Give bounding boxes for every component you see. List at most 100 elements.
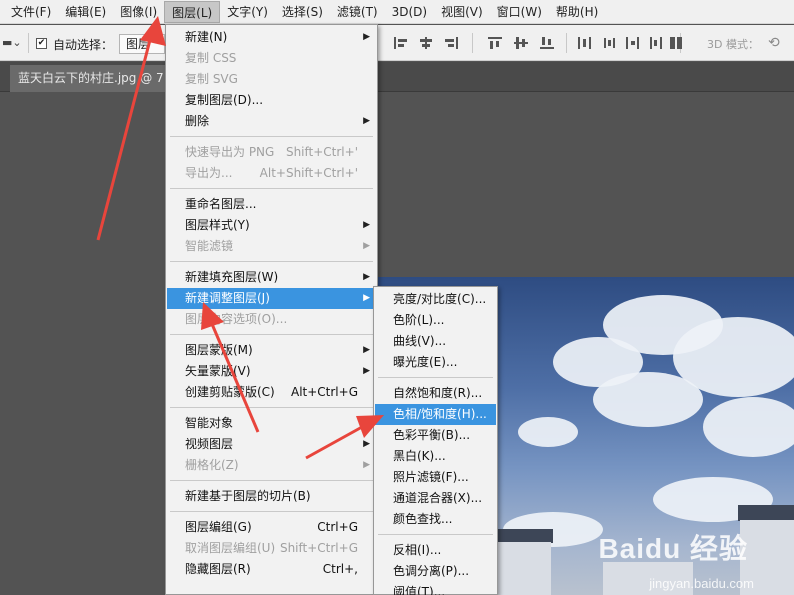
adjust-menu-item-label: 曲线(V)...: [393, 334, 447, 348]
layer-menu-item[interactable]: 复制图层(D)...: [167, 90, 376, 111]
adjust-menu-item[interactable]: 曲线(V)...: [375, 331, 496, 352]
baidu-watermark-url: jingyan.baidu.com: [649, 576, 754, 591]
layer-menu-item-label: 视频图层: [185, 437, 234, 451]
menu-separator: [170, 334, 373, 335]
menu-separator: [170, 511, 373, 512]
layer-menu-item-label: 复制 CSS: [185, 51, 237, 65]
orbit-3d-icon[interactable]: ⟲: [768, 35, 780, 51]
layer-menu-item[interactable]: 复制 CSS: [167, 48, 376, 69]
layer-menu-item[interactable]: 删除 ▶: [167, 111, 376, 132]
adjust-menu-item[interactable]: 亮度/对比度(C)...: [375, 289, 496, 310]
distribute-left-icon[interactable]: [650, 37, 664, 49]
submenu-arrow-icon: ▶: [363, 272, 370, 282]
auto-select-checkbox[interactable]: ✔: [36, 38, 47, 49]
menu-6[interactable]: 滤镜(T): [330, 1, 385, 23]
layer-menu-item[interactable]: 创建剪贴蒙版(C) Alt+Ctrl+G: [167, 382, 376, 403]
adjust-menu-item[interactable]: 自然饱和度(R)...: [375, 383, 496, 404]
layer-menu-item-label: 新建基于图层的切片(B): [185, 489, 311, 503]
chevron-down-icon[interactable]: ▬⌄: [2, 36, 22, 49]
layer-menu-item[interactable]: 隐藏图层(R) Ctrl+,: [167, 559, 376, 580]
layer-menu-item[interactable]: 图层编组(G) Ctrl+G: [167, 517, 376, 538]
layer-menu-item[interactable]: 取消图层编组(U) Shift+Ctrl+G: [167, 538, 376, 559]
adjust-menu-item-label: 色相/饱和度(H)...: [393, 407, 487, 421]
submenu-arrow-icon: ▶: [363, 460, 370, 470]
adjust-menu-item[interactable]: 反相(I)...: [375, 540, 496, 561]
align-hcenter-icon[interactable]: [514, 37, 528, 49]
submenu-arrow-icon: ▶: [363, 241, 370, 251]
shortcut-label: Ctrl+G: [317, 520, 358, 534]
divider: [566, 33, 567, 53]
menu-separator: [378, 534, 493, 535]
submenu-arrow-icon: ▶: [363, 32, 370, 42]
adjust-menu-item[interactable]: 阈值(T)...: [375, 582, 496, 595]
menu-7[interactable]: 3D(D): [385, 1, 434, 23]
align-right-icon[interactable]: [540, 37, 554, 49]
menu-5[interactable]: 选择(S): [275, 1, 330, 23]
align-bottom-icon[interactable]: [444, 37, 458, 49]
menu-0[interactable]: 文件(F): [4, 1, 58, 23]
menu-separator: [170, 261, 373, 262]
adjust-menu-item[interactable]: 曝光度(E)...: [375, 352, 496, 373]
layer-menu: 新建(N) ▶ 复制 CSS 复制 SVG 复制图层(D)... 删除 ▶ 快速导出为 PNG…: [165, 24, 378, 595]
layer-menu-item[interactable]: 栅格化(Z) ▶: [167, 455, 376, 476]
layer-menu-item[interactable]: 新建(N) ▶: [167, 27, 376, 48]
auto-select-label: 自动选择：: [53, 38, 114, 52]
distribute-bottom-icon[interactable]: [626, 37, 640, 49]
adjust-menu-item-label: 色彩平衡(B)...: [393, 428, 471, 442]
layer-menu-item[interactable]: 智能滤镜 ▶: [167, 236, 376, 257]
align-top-icon[interactable]: [394, 37, 408, 49]
menu-4[interactable]: 文字(Y): [220, 1, 275, 23]
adjust-menu-item-label: 自然饱和度(R)...: [393, 386, 483, 400]
layer-menu-item[interactable]: 新建基于图层的切片(B): [167, 486, 376, 507]
align-vcenter-icon[interactable]: [419, 37, 433, 49]
layer-menu-item[interactable]: 新建填充图层(W) ▶: [167, 267, 376, 288]
menu-10[interactable]: 帮助(H): [549, 1, 605, 23]
layer-menu-item-label: 图层样式(Y): [185, 218, 250, 232]
adjust-menu-item[interactable]: 黑白(K)...: [375, 446, 496, 467]
layer-menu-item[interactable]: 智能对象 ▶: [167, 413, 376, 434]
layer-menu-item-label: 新建调整图层(J): [185, 291, 270, 305]
layer-menu-item[interactable]: 视频图层 ▶: [167, 434, 376, 455]
adjust-menu-item[interactable]: 颜色查找...: [375, 509, 496, 530]
menu-1[interactable]: 编辑(E): [58, 1, 113, 23]
menu-separator: [170, 188, 373, 189]
3d-mode-label: 3D 模式：: [707, 38, 759, 51]
layer-menu-item[interactable]: 复制 SVG: [167, 69, 376, 90]
layer-menu-item[interactable]: 图层内容选项(O)...: [167, 309, 376, 330]
distribute-top-icon[interactable]: [578, 37, 592, 49]
document-tab[interactable]: 蓝天白云下的村庄.jpg @ 7: [10, 65, 170, 92]
layer-menu-item[interactable]: 快速导出为 PNG Shift+Ctrl+': [167, 142, 376, 163]
adjust-menu-item[interactable]: 色阶(L)...: [375, 310, 496, 331]
adjust-menu-item[interactable]: 色相/饱和度(H)...: [375, 404, 496, 425]
adjust-menu-item[interactable]: 照片滤镜(F)...: [375, 467, 496, 488]
distribute-vcenter-icon[interactable]: [602, 37, 616, 49]
adjust-menu-item-label: 阈值(T)...: [393, 585, 446, 595]
adjust-menu-item[interactable]: 色彩平衡(B)...: [375, 425, 496, 446]
layer-menu-item-label: 快速导出为 PNG: [185, 145, 275, 159]
divider: [472, 33, 473, 53]
adjust-menu-item-label: 照片滤镜(F)...: [393, 470, 469, 484]
menu-separator: [170, 136, 373, 137]
menu-9[interactable]: 窗口(W): [490, 1, 549, 23]
align-left-icon[interactable]: [488, 37, 502, 49]
layer-menu-item[interactable]: 图层样式(Y) ▶: [167, 215, 376, 236]
adjust-menu-item-label: 颜色查找...: [393, 512, 453, 526]
layer-menu-item-label: 删除: [185, 114, 210, 128]
layer-menu-item[interactable]: 导出为... Alt+Shift+Ctrl+': [167, 163, 376, 184]
layer-menu-item[interactable]: 重命名图层...: [167, 194, 376, 215]
auto-align-icon[interactable]: [670, 37, 684, 49]
menu-3[interactable]: 图层(L): [164, 0, 221, 23]
auto-select-target-dropdown[interactable]: 图层: [119, 34, 165, 54]
menu-bar: 文件(F) 编辑(E) 图像(I) 图层(L) 文字(Y) 选择(S) 滤镜(T) 3D(D)…: [0, 0, 794, 24]
layer-menu-item[interactable]: 新建调整图层(J) ▶: [167, 288, 376, 309]
menu-8[interactable]: 视图(V): [434, 1, 490, 23]
adjust-menu-item-label: 反相(I)...: [393, 543, 442, 557]
layer-menu-item[interactable]: 图层蒙版(M) ▶: [167, 340, 376, 361]
layer-menu-item[interactable]: 矢量蒙版(V) ▶: [167, 361, 376, 382]
document-tab-bar: 蓝天白云下的村庄.jpg @ 7: [0, 62, 794, 92]
layer-menu-item-label: 矢量蒙版(V): [185, 364, 251, 378]
menu-2[interactable]: 图像(I): [113, 1, 164, 23]
shortcut-label: Ctrl+,: [322, 562, 358, 576]
adjust-menu-item[interactable]: 通道混合器(X)...: [375, 488, 496, 509]
adjust-menu-item[interactable]: 色调分离(P)...: [375, 561, 496, 582]
